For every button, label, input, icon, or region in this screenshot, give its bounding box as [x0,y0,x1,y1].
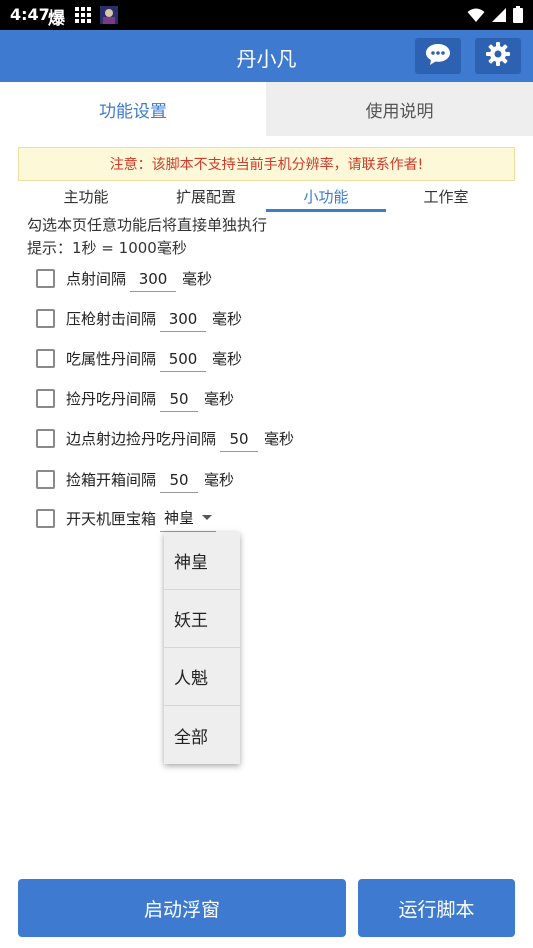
tab-feature-settings[interactable]: 功能设置 [0,82,266,136]
caret-down-icon [202,515,213,520]
option-label: 开天机匣宝箱 [66,509,157,528]
signal-icon [491,7,507,27]
warning-notice: 注意：该脚本不支持当前手机分辨率，请联系作者! [18,147,515,181]
unit-label: 毫秒 [212,309,243,328]
option-checkbox[interactable] [36,508,55,528]
subtab-extended[interactable]: 扩展配置 [146,184,266,212]
option-row: 点射间隔 300 毫秒 [36,263,212,293]
top-tabs: 功能设置 使用说明 [0,82,533,136]
option-row: 捡丹吃丹间隔 50 毫秒 [36,383,234,413]
hint-line: 提示：1秒 = 1000毫秒 [27,239,187,257]
unit-label: 毫秒 [182,269,213,288]
interval-input[interactable]: 50 [160,465,199,493]
option-label: 捡箱开箱间隔 [66,470,157,489]
option-checkbox[interactable] [36,268,55,288]
interval-input[interactable]: 300 [160,304,207,332]
description-line: 勾选本页任意功能后将直接单独执行 [27,216,268,234]
sub-tabs: 主功能 扩展配置 小功能 工作室 [18,184,515,214]
chat-icon [425,42,451,70]
option-label: 吃属性丹间隔 [66,349,157,368]
wifi-icon [467,7,485,27]
option-checkbox[interactable] [36,428,55,448]
chat-button[interactable] [415,38,461,74]
option-row: 开天机匣宝箱 神皇 [36,503,217,533]
status-time: 4:47 [10,5,50,24]
settings-button[interactable] [475,38,521,74]
unit-label: 毫秒 [204,389,235,408]
option-label: 捡丹吃丹间隔 [66,389,157,408]
subtab-small-functions[interactable]: 小功能 [266,184,386,212]
option-label: 边点射边捡丹吃丹间隔 [66,429,217,448]
run-script-button[interactable]: 运行脚本 [358,879,515,937]
interval-input[interactable]: 500 [160,344,207,372]
unit-label: 毫秒 [264,429,295,448]
tab-label: 功能设置 [99,101,167,122]
box-type-dropdown: 神皇 妖王 人魁 全部 [164,532,240,764]
unit-label: 毫秒 [212,349,243,368]
notice-text: 注意：该脚本不支持当前手机分辨率，请联系作者! [109,157,424,173]
option-row: 边点射边捡丹吃丹间隔 50 毫秒 [36,423,294,453]
subtab-main[interactable]: 主功能 [26,184,146,212]
float-window-button[interactable]: 启动浮窗 [18,879,346,937]
interval-input[interactable]: 300 [130,264,177,292]
interval-input[interactable]: 50 [220,424,259,452]
option-label: 压枪射击间隔 [66,309,157,328]
option-checkbox[interactable] [36,308,55,328]
gear-icon [486,42,510,70]
box-type-select[interactable]: 神皇 [160,504,217,532]
battery-icon [513,6,523,27]
option-checkbox[interactable] [36,388,55,408]
dropdown-option[interactable]: 妖王 [164,590,240,648]
subtab-studio[interactable]: 工作室 [386,184,506,212]
grid-icon [74,6,92,24]
notification-glyph: 爆 [48,9,65,29]
tab-label: 使用说明 [365,101,434,122]
app-bar: 丹小凡 [0,30,533,82]
option-checkbox[interactable] [36,348,55,368]
dropdown-option[interactable]: 神皇 [164,532,240,590]
interval-input[interactable]: 50 [160,384,199,412]
unit-label: 毫秒 [204,470,235,489]
option-row: 吃属性丹间隔 500 毫秒 [36,343,242,373]
dropdown-option[interactable]: 全部 [164,706,240,764]
tab-instructions[interactable]: 使用说明 [266,82,533,136]
app-avatar-icon [100,6,118,24]
option-checkbox[interactable] [36,469,55,489]
option-row: 压枪射击间隔 300 毫秒 [36,303,242,333]
select-value: 神皇 [164,509,195,527]
option-label: 点射间隔 [66,269,127,288]
option-row: 捡箱开箱间隔 50 毫秒 [36,464,234,494]
dropdown-option[interactable]: 人魁 [164,648,240,706]
status-bar: 4:47 爆 [0,0,533,30]
